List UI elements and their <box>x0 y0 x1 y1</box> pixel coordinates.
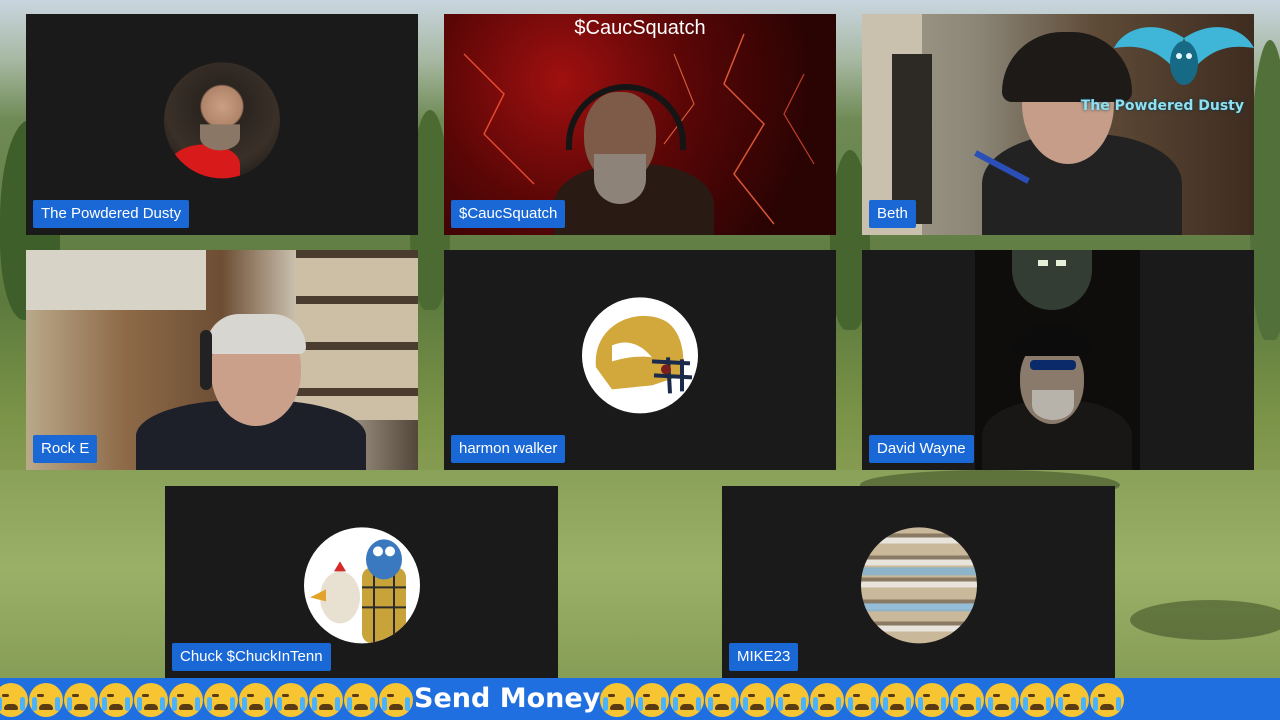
loudly-crying-face-icon <box>344 683 378 717</box>
participant-tile-chuck[interactable]: Chuck $ChuckInTenn <box>165 486 558 678</box>
participant-tile-david-wayne[interactable]: David Wayne <box>862 250 1254 470</box>
loudly-crying-face-icon <box>845 683 880 717</box>
loudly-crying-face-icon <box>1055 683 1090 717</box>
loudly-crying-face-icon <box>239 683 273 717</box>
loudly-crying-face-icon <box>274 683 308 717</box>
participant-name-label: Chuck $ChuckInTenn <box>172 643 331 671</box>
participant-name-label: David Wayne <box>869 435 974 463</box>
participant-name-label: Rock E <box>33 435 98 463</box>
ticker-text: Send Money <box>414 683 601 714</box>
participant-name-label: The Powdered Dusty <box>33 200 190 228</box>
loudly-crying-face-icon <box>379 683 413 717</box>
loudly-crying-face-icon <box>309 683 343 717</box>
participant-name-label: $CaucSquatch <box>451 200 566 228</box>
loudly-crying-face-icon <box>985 683 1020 717</box>
loudly-crying-face-icon <box>635 683 670 717</box>
participant-tile-beth[interactable]: The Powdered Dusty Beth <box>862 14 1254 235</box>
loudly-crying-face-icon <box>880 683 915 717</box>
loudly-crying-face-icon <box>670 683 705 717</box>
muppets-avatar-icon <box>309 539 406 644</box>
loudly-crying-face-icon <box>915 683 950 717</box>
channel-logo-text: The Powdered Dusty <box>1080 98 1244 114</box>
participant-name-label: Beth <box>869 200 916 228</box>
ticker-emoji-group-trailing <box>600 683 1125 717</box>
ticker-content: Send Money <box>0 680 1125 718</box>
participant-avatar <box>164 61 280 178</box>
loudly-crying-face-icon <box>169 683 203 717</box>
participant-name-label: MIKE23 <box>729 643 799 671</box>
loudly-crying-face-icon <box>775 683 810 717</box>
loudly-crying-face-icon <box>1020 683 1055 717</box>
ticker-emoji-group-leading <box>0 683 414 717</box>
loudly-crying-face-icon <box>600 683 635 717</box>
loudly-crying-face-icon <box>705 683 740 717</box>
loudly-crying-face-icon <box>99 683 133 717</box>
loudly-crying-face-icon <box>29 683 63 717</box>
loudly-crying-face-icon <box>1090 683 1125 717</box>
loudly-crying-face-icon <box>740 683 775 717</box>
owl-logo-icon <box>1114 27 1254 85</box>
participant-name-label: harmon walker <box>451 435 566 463</box>
loudly-crying-face-icon <box>134 683 168 717</box>
football-helmet-icon <box>595 315 693 394</box>
participant-avatar <box>582 297 698 414</box>
participant-tile-rock-e[interactable]: Rock E <box>26 250 418 470</box>
loudly-crying-face-icon <box>950 683 985 717</box>
participant-tile-powdered-dusty[interactable]: The Powdered Dusty <box>26 14 418 235</box>
loudly-crying-face-icon <box>810 683 845 717</box>
participant-avatar <box>860 527 977 644</box>
loudly-crying-face-icon <box>0 683 28 717</box>
participant-avatar <box>303 527 420 644</box>
stream-overlay-title: $CaucSquatch <box>574 17 706 39</box>
participant-tile-harmon-walker[interactable]: harmon walker <box>444 250 836 470</box>
participant-tile-caucsquatch[interactable]: $CaucSquatch $CaucSquatch <box>444 14 836 235</box>
loudly-crying-face-icon <box>64 683 98 717</box>
participant-tile-mike23[interactable]: MIKE23 <box>722 486 1115 678</box>
scrolling-ticker-banner: Send Money <box>0 678 1280 720</box>
loudly-crying-face-icon <box>204 683 238 717</box>
